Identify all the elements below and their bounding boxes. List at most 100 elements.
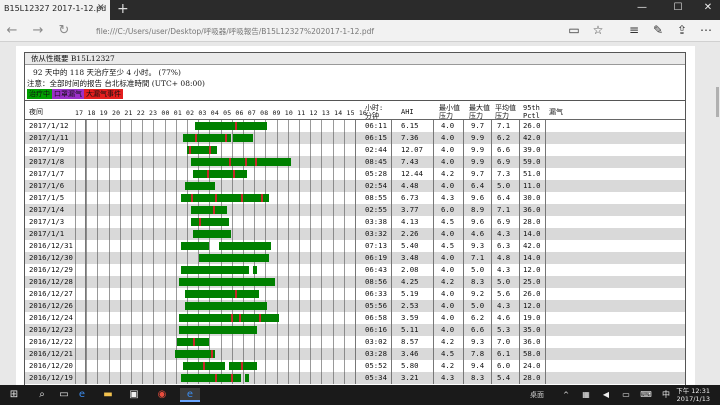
maximize-icon[interactable]: ☐: [668, 2, 688, 13]
column-divider: [85, 348, 86, 360]
keyboard-icon[interactable]: ⌨: [636, 388, 656, 402]
hour-gridline: [75, 228, 76, 240]
column-divider: [545, 156, 546, 168]
row-p95: 12.0: [523, 301, 541, 310]
column-divider: [491, 360, 492, 372]
hour-gridline: [265, 360, 267, 372]
column-divider: [545, 372, 546, 384]
hour-gridline: [265, 264, 267, 276]
new-tab-icon[interactable]: +: [117, 1, 129, 17]
therapy-bar: [193, 230, 231, 238]
hour-gridline: [276, 204, 278, 216]
favorite-star-icon[interactable]: ☆: [590, 23, 606, 37]
report-frame: 依从性概要 B15L12327 92 天中的 118 天治疗至少 4 小时。 (…: [24, 52, 686, 385]
hour-gridline: [332, 168, 334, 180]
column-divider: [491, 312, 492, 324]
column-divider: [519, 132, 520, 144]
column-divider: [85, 372, 86, 384]
hour-gridline: [310, 120, 312, 132]
battery-icon[interactable]: ▭: [616, 388, 636, 402]
edge-taskbar-icon[interactable]: e: [72, 388, 92, 402]
edge-active-icon[interactable]: e: [180, 388, 200, 402]
therapy-bar: [245, 374, 249, 382]
hour-gridline: [332, 324, 334, 336]
hour-gridline: [97, 312, 99, 324]
hour-gridline: [231, 204, 233, 216]
share-icon[interactable]: ⇪: [674, 23, 690, 37]
hour-gridline: [97, 240, 99, 252]
column-divider: [491, 276, 492, 288]
hour-gridline: [97, 192, 99, 204]
hour-gridline: [287, 360, 289, 372]
row-ahi: 4.48: [401, 181, 419, 190]
column-divider: [519, 144, 520, 156]
show-hidden-icons[interactable]: ^: [556, 388, 576, 402]
hour-gridline: [265, 168, 267, 180]
hour-gridline: [164, 216, 166, 228]
desktop-toolbar-label[interactable]: 桌面: [530, 390, 544, 400]
search-icon[interactable]: ⌕: [32, 388, 52, 402]
hour-gridline: [265, 324, 267, 336]
reading-view-icon[interactable]: ▭: [566, 23, 582, 37]
store-icon[interactable]: ▣: [124, 388, 144, 402]
summary-title: 依从性概要 B15L12327: [25, 53, 685, 65]
row-avg-pressure: 6.4: [497, 193, 511, 202]
hour-gridline: [310, 132, 312, 144]
system-clock[interactable]: 下午 12:31 2017/1/13: [676, 387, 710, 403]
usage-timeline: [75, 132, 385, 144]
row-min-pressure: 4.0: [441, 253, 455, 262]
column-divider: [391, 204, 392, 216]
taskbar: ⊞ ⌕ ▭ e ▬ ▣ ◉ e 桌面 ^ ▦ ◀ ▭ ⌨ 中 下午 12:31 …: [0, 385, 720, 405]
ime-icon[interactable]: 中: [656, 388, 676, 402]
row-date: 2016/12/19: [29, 373, 73, 382]
close-tab-icon[interactable]: ✕: [97, 3, 105, 13]
scroll-thumb[interactable]: [716, 87, 719, 117]
hour-gridline: [97, 336, 99, 348]
more-icon[interactable]: ⋯: [698, 23, 714, 37]
hour-gridline: [276, 192, 278, 204]
forward-arrow-icon[interactable]: →: [30, 23, 46, 38]
back-arrow-icon[interactable]: ←: [4, 23, 20, 38]
task-view-icon[interactable]: ▭: [54, 388, 74, 402]
hour-gridline: [108, 276, 110, 288]
hour-gridline: [299, 228, 300, 240]
row-date: 2016/12/22: [29, 337, 73, 346]
hour-gridline: [119, 264, 121, 276]
hour-gridline: [254, 336, 256, 348]
url-field[interactable]: file:///C:/Users/user/Desktop/呼吸器/呼吸報告/B…: [96, 26, 374, 37]
chrome-icon[interactable]: ◉: [152, 388, 172, 402]
header-95th: 95th Pctl: [523, 104, 540, 120]
vertical-scrollbar[interactable]: [714, 42, 720, 385]
hour-gridline: [231, 228, 233, 240]
row-ahi: 4.25: [401, 277, 419, 286]
table-row: 2016/12/27 06:33 5.19 4.0 9.2 5.6 26.0: [25, 288, 685, 300]
column-divider: [391, 228, 392, 240]
hour-gridline: [175, 180, 177, 192]
hour-gridline: [343, 180, 345, 192]
hour-gridline: [119, 156, 121, 168]
browser-titlebar: B15L12327 2017-1-12.pd ✕ + — ☐ ✕: [0, 0, 720, 20]
minimize-icon[interactable]: —: [632, 2, 652, 13]
row-max-pressure: 9.3: [471, 241, 485, 250]
window-close-icon[interactable]: ✕: [698, 2, 718, 13]
network-icon[interactable]: ▦: [576, 388, 596, 402]
column-divider: [463, 120, 464, 132]
therapy-bar: [187, 146, 217, 154]
hour-gridline: [142, 264, 144, 276]
hub-icon[interactable]: ≡: [626, 23, 642, 37]
hour-gridline: [276, 228, 278, 240]
volume-icon[interactable]: ◀: [596, 388, 616, 402]
refresh-icon[interactable]: ↻: [56, 23, 72, 38]
hour-gridline: [86, 348, 88, 360]
hour-gridline: [131, 228, 132, 240]
start-windows-icon[interactable]: ⊞: [4, 388, 24, 402]
hour-gridline: [287, 204, 289, 216]
note-icon[interactable]: ✎: [650, 23, 666, 37]
browser-tab[interactable]: B15L12327 2017-1-12.pd ✕: [0, 0, 110, 20]
hour-gridline: [332, 156, 334, 168]
row-date: 2016/12/21: [29, 349, 73, 358]
row-avg-pressure: 4.3: [497, 265, 511, 274]
file-explorer-icon[interactable]: ▬: [98, 388, 118, 402]
hour-gridline: [164, 324, 166, 336]
clock-date: 2017/1/13: [676, 395, 710, 403]
